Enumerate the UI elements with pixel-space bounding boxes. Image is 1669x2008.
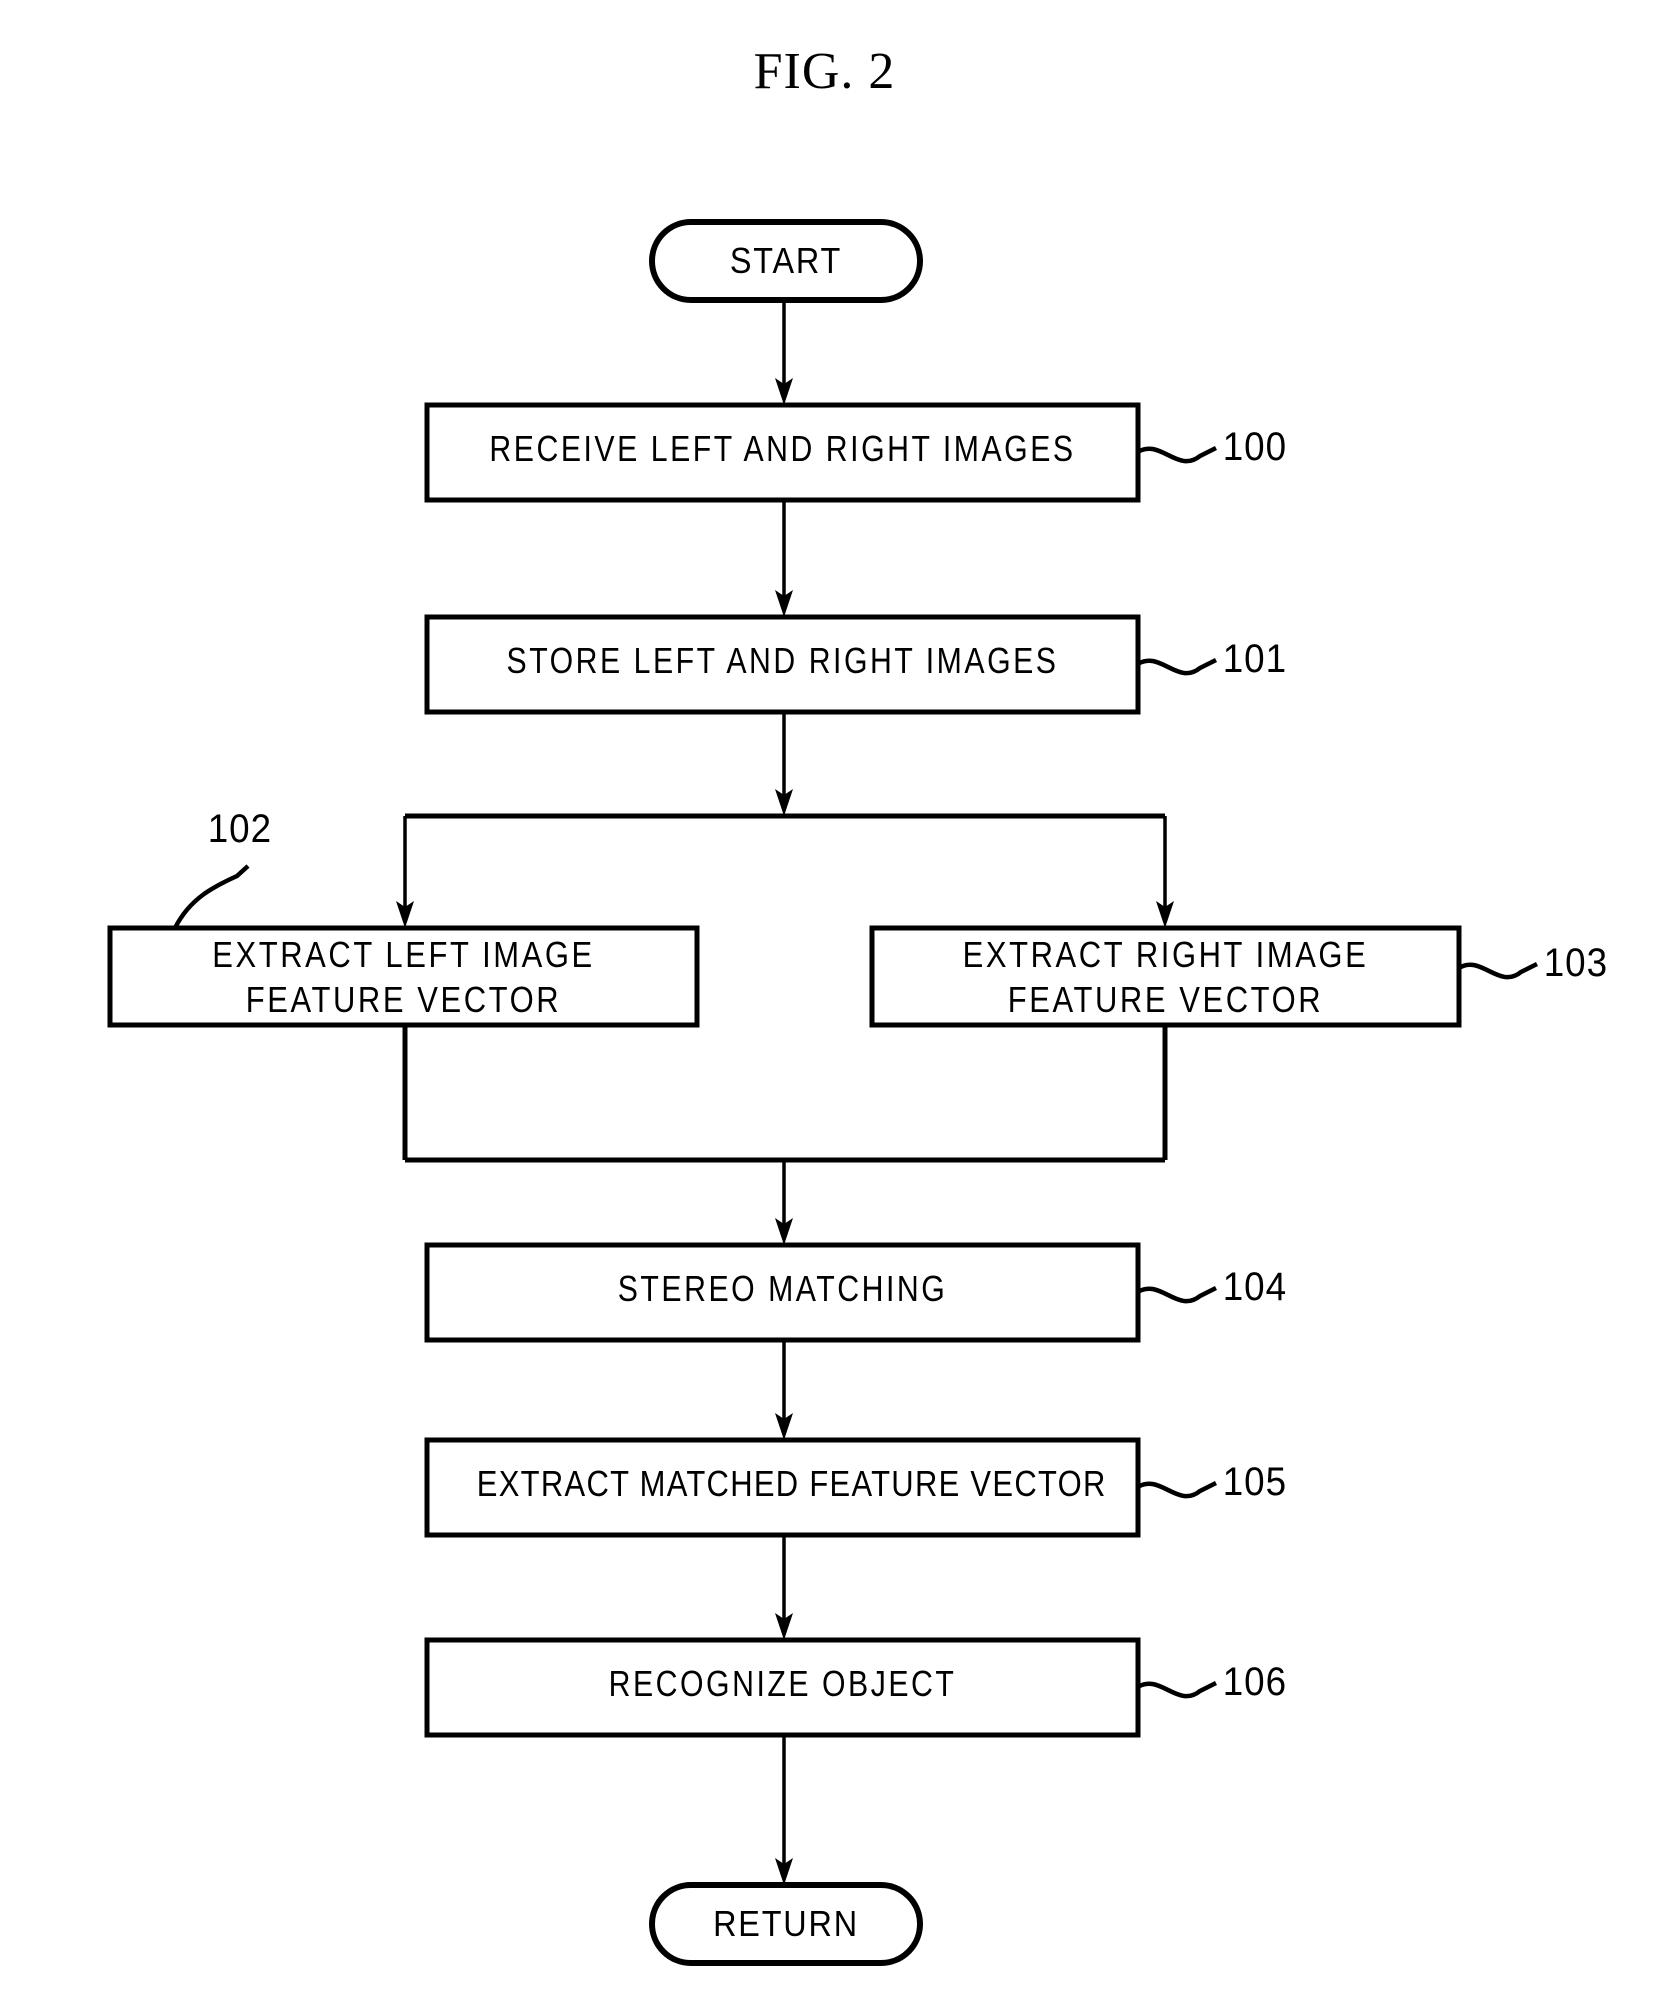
step-101-box	[424, 614, 1141, 715]
ref-number-104: 104	[1222, 1265, 1287, 1309]
return-node-shape	[649, 1882, 923, 1966]
step-104-box	[424, 1242, 1141, 1343]
step-102-box	[107, 925, 700, 1028]
step-100-box	[424, 402, 1141, 503]
ref-number-106: 106	[1222, 1660, 1287, 1704]
ref-number-105: 105	[1222, 1460, 1287, 1504]
ref-number-101: 101	[1222, 637, 1287, 681]
ref-number-103: 103	[1543, 941, 1608, 985]
flowchart-linework	[107, 219, 1539, 1966]
patent-figure-canvas: FIG. 2 START RECEIVE LEFT AND RIGHT IMAG…	[0, 0, 1669, 2008]
ref-number-102: 102	[207, 807, 272, 851]
step-106-box	[424, 1637, 1141, 1738]
step-103-box	[869, 925, 1462, 1028]
ref-number-100: 100	[1222, 425, 1287, 469]
step-105-box	[424, 1437, 1141, 1538]
start-node-shape	[649, 219, 923, 303]
